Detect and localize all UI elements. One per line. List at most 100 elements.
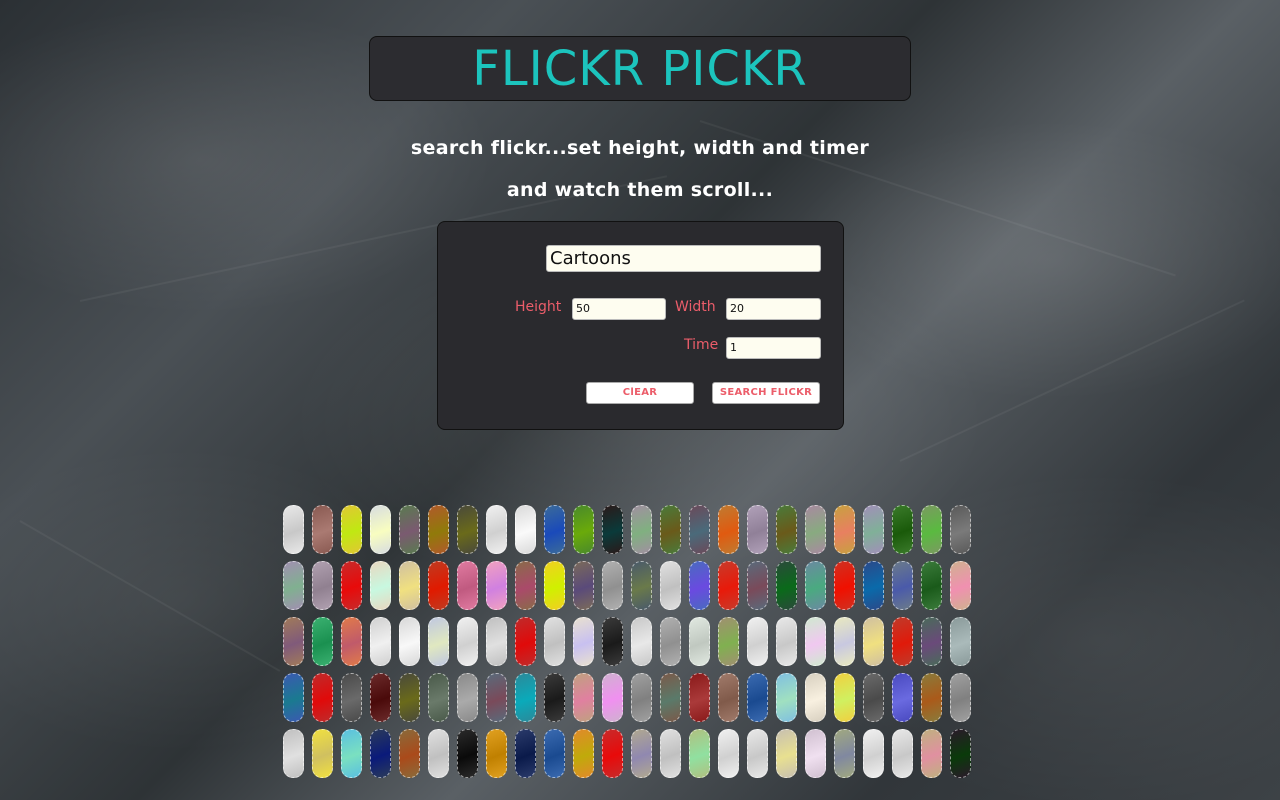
width-input[interactable]: 20 bbox=[726, 298, 821, 320]
photo-thumbnail[interactable] bbox=[660, 505, 681, 554]
photo-thumbnail[interactable] bbox=[428, 505, 449, 554]
photo-thumbnail[interactable] bbox=[428, 673, 449, 722]
photo-thumbnail[interactable] bbox=[892, 673, 913, 722]
photo-thumbnail[interactable] bbox=[283, 673, 304, 722]
photo-thumbnail[interactable] bbox=[283, 729, 304, 778]
photo-thumbnail[interactable] bbox=[399, 673, 420, 722]
photo-thumbnail[interactable] bbox=[776, 561, 797, 610]
photo-thumbnail[interactable] bbox=[399, 729, 420, 778]
photo-thumbnail[interactable] bbox=[689, 561, 710, 610]
photo-thumbnail[interactable] bbox=[515, 617, 536, 666]
photo-thumbnail[interactable] bbox=[602, 561, 623, 610]
photo-thumbnail[interactable] bbox=[573, 617, 594, 666]
search-flickr-button[interactable]: SEARCH FLICKR bbox=[712, 382, 820, 404]
photo-thumbnail[interactable] bbox=[805, 729, 826, 778]
photo-thumbnail[interactable] bbox=[747, 505, 768, 554]
photo-thumbnail[interactable] bbox=[573, 561, 594, 610]
photo-thumbnail[interactable] bbox=[515, 561, 536, 610]
photo-thumbnail[interactable] bbox=[370, 505, 391, 554]
photo-thumbnail[interactable] bbox=[399, 505, 420, 554]
photo-thumbnail[interactable] bbox=[776, 617, 797, 666]
photo-thumbnail[interactable] bbox=[892, 617, 913, 666]
photo-thumbnail[interactable] bbox=[631, 673, 652, 722]
photo-thumbnail[interactable] bbox=[602, 673, 623, 722]
photo-thumbnail[interactable] bbox=[486, 617, 507, 666]
photo-thumbnail[interactable] bbox=[718, 561, 739, 610]
photo-thumbnail[interactable] bbox=[747, 561, 768, 610]
search-input[interactable]: Cartoons bbox=[546, 245, 821, 272]
photo-thumbnail[interactable] bbox=[921, 505, 942, 554]
photo-thumbnail[interactable] bbox=[689, 729, 710, 778]
photo-thumbnail[interactable] bbox=[631, 729, 652, 778]
photo-thumbnail[interactable] bbox=[457, 617, 478, 666]
photo-thumbnail[interactable] bbox=[428, 617, 449, 666]
photo-thumbnail[interactable] bbox=[718, 617, 739, 666]
photo-thumbnail[interactable] bbox=[834, 729, 855, 778]
photo-thumbnail[interactable] bbox=[602, 505, 623, 554]
photo-thumbnail[interactable] bbox=[805, 561, 826, 610]
photo-thumbnail[interactable] bbox=[834, 673, 855, 722]
photo-thumbnail[interactable] bbox=[747, 617, 768, 666]
photo-thumbnail[interactable] bbox=[805, 673, 826, 722]
photo-thumbnail[interactable] bbox=[950, 617, 971, 666]
photo-thumbnail[interactable] bbox=[573, 673, 594, 722]
photo-thumbnail[interactable] bbox=[399, 617, 420, 666]
height-input[interactable]: 50 bbox=[572, 298, 666, 320]
photo-thumbnail[interactable] bbox=[921, 729, 942, 778]
photo-thumbnail[interactable] bbox=[486, 561, 507, 610]
photo-thumbnail[interactable] bbox=[805, 505, 826, 554]
photo-thumbnail[interactable] bbox=[428, 729, 449, 778]
photo-thumbnail[interactable] bbox=[660, 729, 681, 778]
photo-thumbnail[interactable] bbox=[950, 673, 971, 722]
photo-thumbnail[interactable] bbox=[312, 505, 333, 554]
photo-thumbnail[interactable] bbox=[515, 673, 536, 722]
photo-thumbnail[interactable] bbox=[573, 729, 594, 778]
photo-thumbnail[interactable] bbox=[486, 505, 507, 554]
photo-thumbnail[interactable] bbox=[370, 617, 391, 666]
photo-thumbnail[interactable] bbox=[863, 561, 884, 610]
photo-thumbnail[interactable] bbox=[805, 617, 826, 666]
photo-thumbnail[interactable] bbox=[283, 617, 304, 666]
photo-thumbnail[interactable] bbox=[660, 561, 681, 610]
photo-thumbnail[interactable] bbox=[283, 505, 304, 554]
photo-thumbnail[interactable] bbox=[718, 673, 739, 722]
photo-thumbnail[interactable] bbox=[863, 673, 884, 722]
photo-thumbnail[interactable] bbox=[341, 617, 362, 666]
photo-thumbnail[interactable] bbox=[486, 729, 507, 778]
photo-thumbnail[interactable] bbox=[515, 505, 536, 554]
photo-thumbnail[interactable] bbox=[341, 561, 362, 610]
photo-thumbnail[interactable] bbox=[689, 673, 710, 722]
photo-thumbnail[interactable] bbox=[515, 729, 536, 778]
photo-thumbnail[interactable] bbox=[457, 673, 478, 722]
photo-thumbnail[interactable] bbox=[718, 729, 739, 778]
photo-thumbnail[interactable] bbox=[283, 561, 304, 610]
photo-thumbnail[interactable] bbox=[544, 729, 565, 778]
photo-thumbnail[interactable] bbox=[457, 505, 478, 554]
photo-thumbnail[interactable] bbox=[892, 505, 913, 554]
photo-thumbnail[interactable] bbox=[950, 729, 971, 778]
photo-thumbnail[interactable] bbox=[312, 673, 333, 722]
photo-thumbnail[interactable] bbox=[892, 729, 913, 778]
photo-thumbnail[interactable] bbox=[863, 729, 884, 778]
photo-thumbnail[interactable] bbox=[341, 505, 362, 554]
photo-thumbnail[interactable] bbox=[660, 673, 681, 722]
photo-thumbnail[interactable] bbox=[921, 673, 942, 722]
photo-thumbnail[interactable] bbox=[689, 617, 710, 666]
photo-thumbnail[interactable] bbox=[834, 505, 855, 554]
photo-thumbnail[interactable] bbox=[776, 673, 797, 722]
photo-thumbnail[interactable] bbox=[718, 505, 739, 554]
photo-thumbnail[interactable] bbox=[312, 617, 333, 666]
photo-thumbnail[interactable] bbox=[863, 505, 884, 554]
photo-thumbnail[interactable] bbox=[950, 505, 971, 554]
photo-thumbnail[interactable] bbox=[341, 729, 362, 778]
photo-thumbnail[interactable] bbox=[370, 729, 391, 778]
photo-thumbnail[interactable] bbox=[631, 617, 652, 666]
photo-thumbnail[interactable] bbox=[863, 617, 884, 666]
photo-thumbnail[interactable] bbox=[544, 505, 565, 554]
photo-thumbnail[interactable] bbox=[776, 505, 797, 554]
photo-thumbnail[interactable] bbox=[370, 673, 391, 722]
photo-thumbnail[interactable] bbox=[921, 561, 942, 610]
photo-thumbnail[interactable] bbox=[428, 561, 449, 610]
photo-thumbnail[interactable] bbox=[399, 561, 420, 610]
photo-thumbnail[interactable] bbox=[602, 617, 623, 666]
